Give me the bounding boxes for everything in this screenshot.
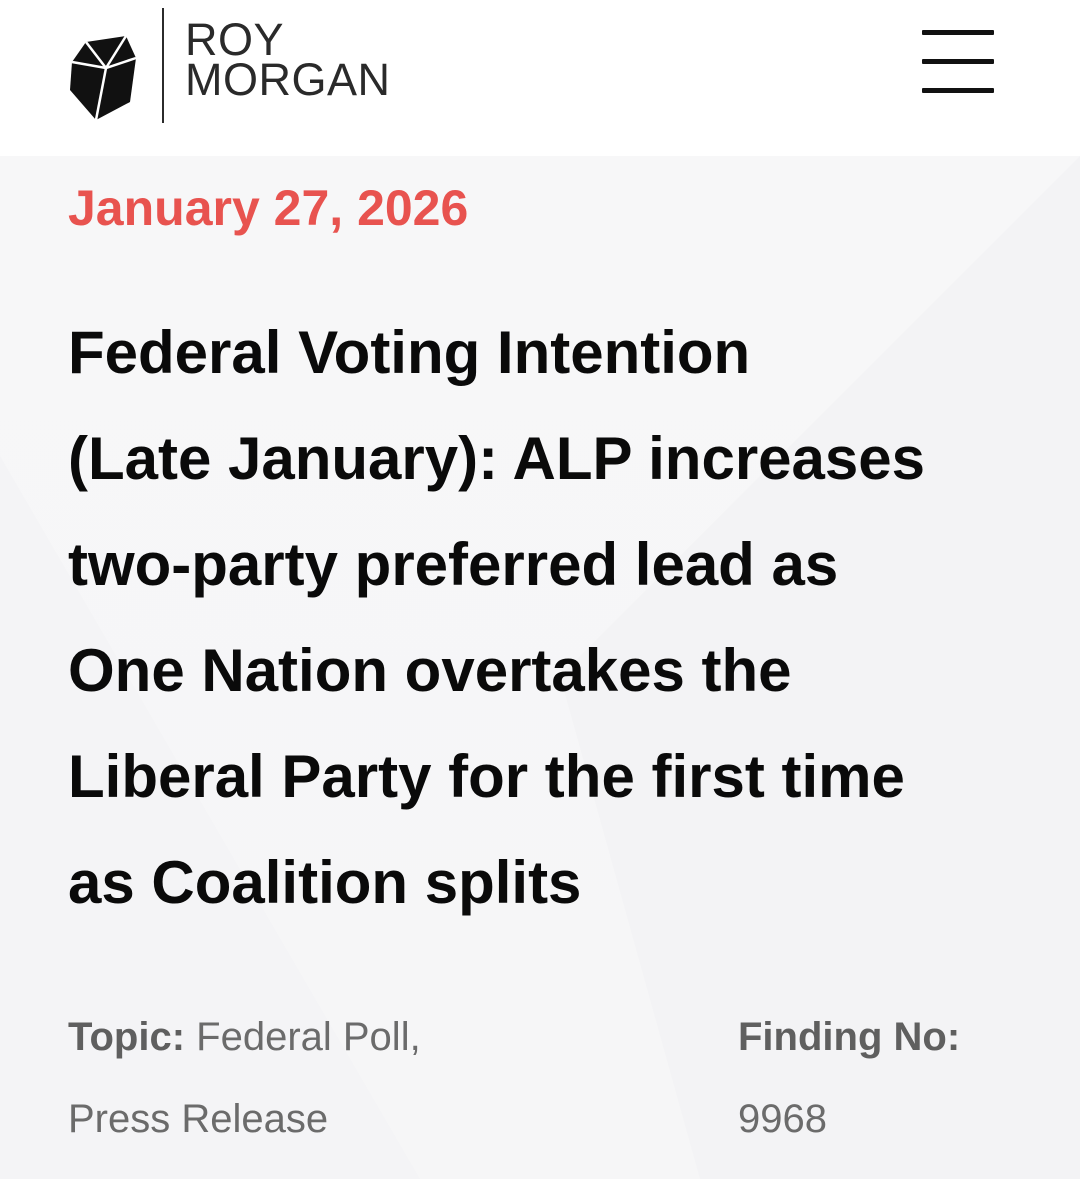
hamburger-menu-icon <box>922 30 994 35</box>
topic-meta: Topic: Federal Poll, Press Release <box>68 996 628 1160</box>
headline-line: Federal Voting Intention <box>68 319 751 386</box>
hamburger-menu-icon-bar <box>922 88 994 93</box>
topic-line-1: Topic: Federal Poll, <box>68 996 628 1078</box>
finding-meta: Finding No: 9968 <box>738 996 1058 1160</box>
finding-label-line: Finding No: <box>738 996 1058 1078</box>
headline-line: (Late January): ALP increases <box>68 425 926 492</box>
headline-line: as Coalition splits <box>68 849 582 916</box>
headline-line: Liberal Party for the first time <box>68 743 905 810</box>
publish-date: January 27, 2026 <box>68 180 469 236</box>
article-hero: January 27, 2026 Federal Voting Intentio… <box>0 156 1080 1179</box>
headline-line: two-party preferred lead as <box>68 531 839 598</box>
finding-number: 9968 <box>738 1097 827 1141</box>
topic-label: Topic: <box>68 1015 186 1059</box>
roy-morgan-logo[interactable]: ROY MORGAN <box>66 8 406 124</box>
finding-label: Finding No: <box>738 1015 961 1059</box>
topic-link-press-release[interactable]: Press Release <box>68 1078 628 1160</box>
logo-divider <box>162 8 164 123</box>
site-header: ROY MORGAN <box>0 0 1080 156</box>
article-headline[interactable]: Federal Voting Intention (Late January):… <box>68 300 1028 936</box>
brand-name: ROY MORGAN <box>185 17 391 105</box>
roy-morgan-logo-mark-icon <box>70 35 137 120</box>
brand-line-morgan: MORGAN <box>185 54 391 105</box>
hamburger-menu-icon-bar <box>922 59 994 64</box>
hamburger-menu-button[interactable] <box>922 30 996 96</box>
topic-link-federal-poll[interactable]: Federal Poll, <box>196 1015 421 1059</box>
headline-line: One Nation overtakes the <box>68 637 792 704</box>
